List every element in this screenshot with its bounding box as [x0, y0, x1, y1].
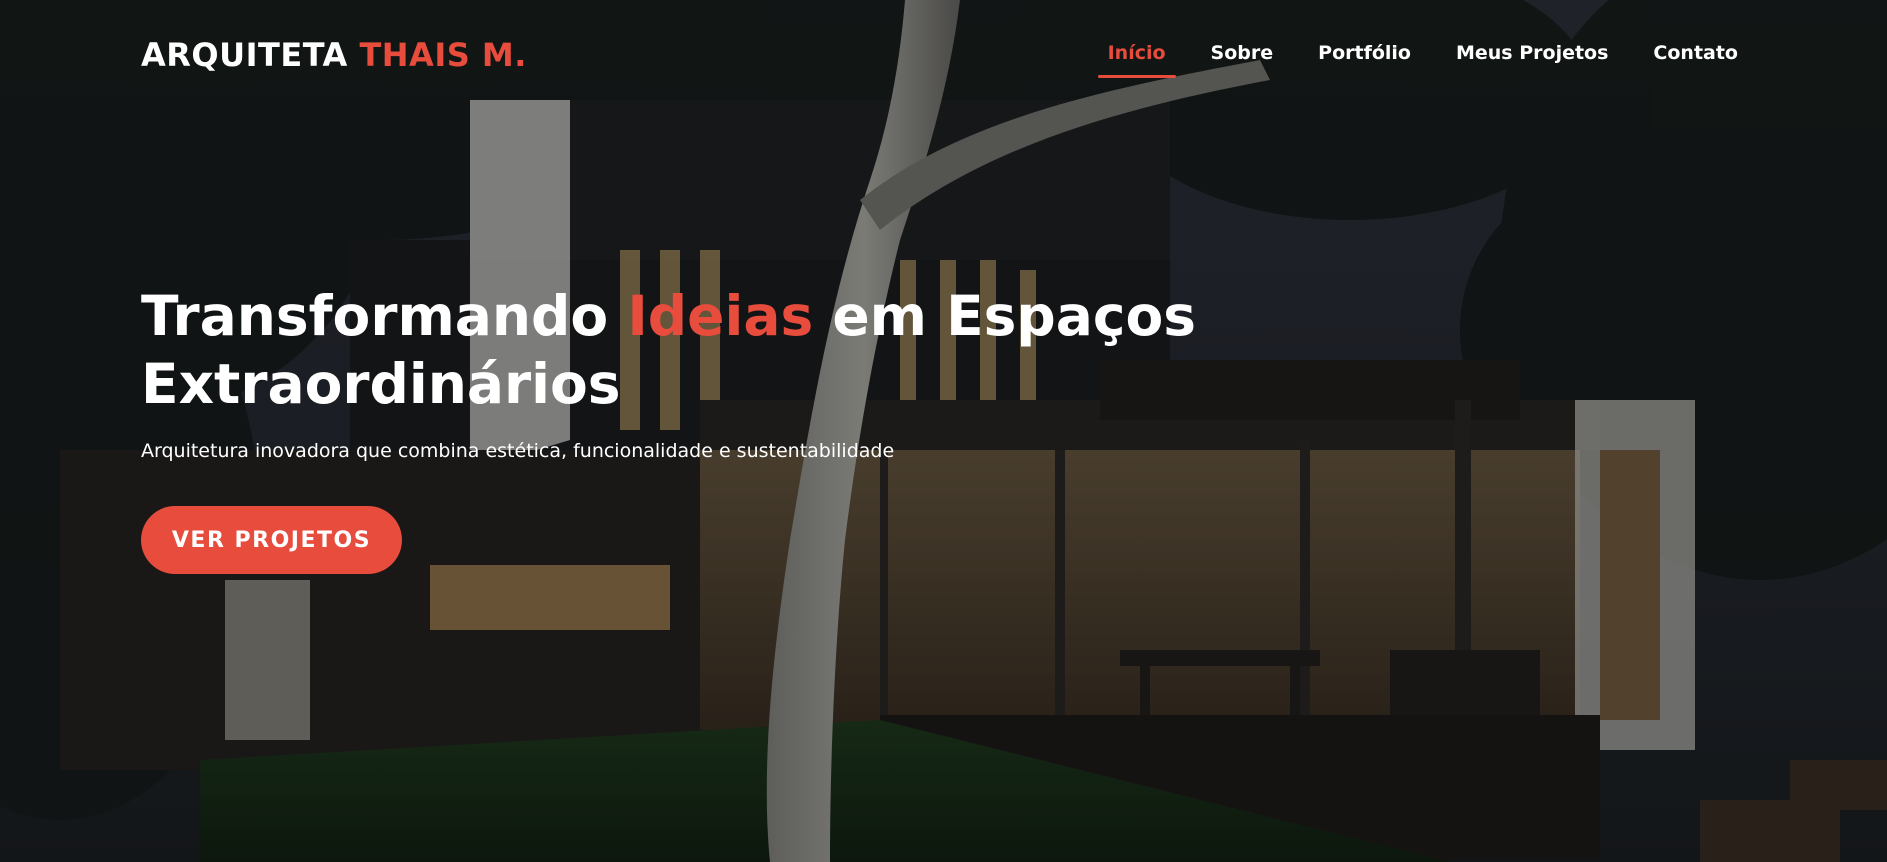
view-projects-button[interactable]: VER PROJETOS: [141, 506, 402, 574]
hero-section: ARQUITETA THAIS M. Início Sobre Portfóli…: [0, 0, 1887, 862]
headline-line2: Extraordinários: [141, 352, 621, 416]
brand-logo[interactable]: ARQUITETA THAIS M.: [141, 36, 527, 74]
nav-item-meus-projetos[interactable]: Meus Projetos: [1456, 42, 1608, 78]
headline-text-continued: em Espaços: [832, 284, 1197, 348]
hero-headline: Transformando Ideias em Espaços Extraord…: [141, 282, 1241, 418]
nav-item-sobre[interactable]: Sobre: [1211, 42, 1274, 78]
nav-item-inicio[interactable]: Início: [1097, 42, 1176, 78]
nav-item-contato[interactable]: Contato: [1653, 42, 1738, 78]
nav-item-portfolio[interactable]: Portfólio: [1318, 42, 1411, 78]
brand-name-accent: THAIS M.: [359, 36, 527, 74]
navbar: ARQUITETA THAIS M. Início Sobre Portfóli…: [0, 0, 1887, 108]
headline-accent: Ideias: [627, 284, 814, 348]
hero-content: Transformando Ideias em Espaços Extraord…: [141, 282, 1241, 574]
main-menu: Início Sobre Portfólio Meus Projetos Con…: [1063, 42, 1738, 78]
headline-text: Transformando: [141, 284, 609, 348]
brand-name: ARQUITETA: [141, 36, 348, 74]
hero-subtitle: Arquitetura inovadora que combina estéti…: [141, 440, 895, 462]
